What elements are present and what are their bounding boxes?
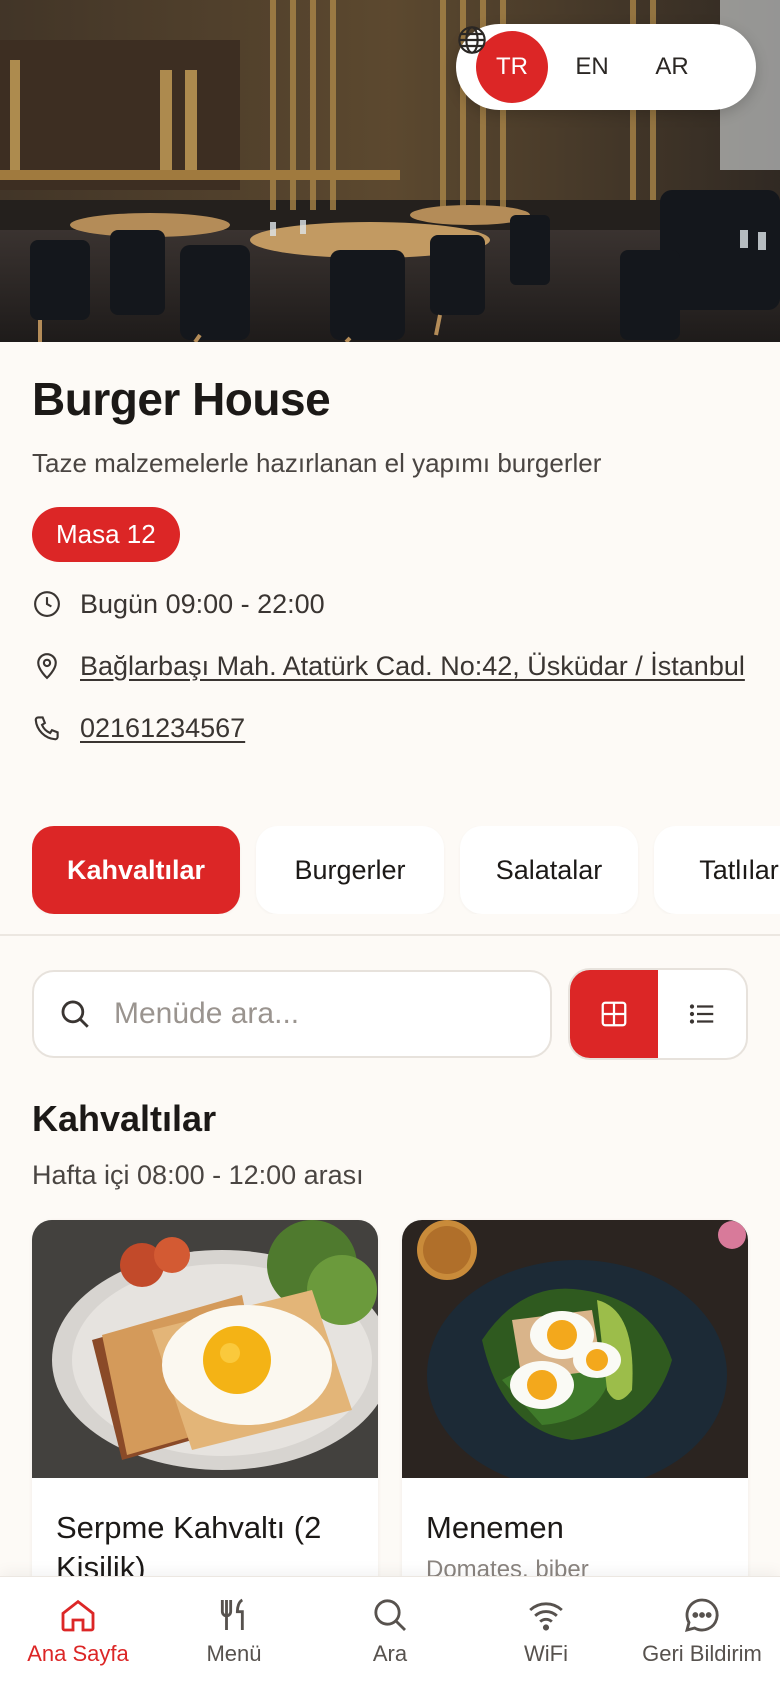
location-pin-icon <box>37 653 57 680</box>
search-icon <box>61 1000 89 1028</box>
opening-hours: Bugün 09:00 - 22:00 <box>80 589 325 619</box>
search-box <box>32 970 552 1058</box>
phone-row[interactable]: 02161234567 <box>32 708 752 748</box>
globe-icon <box>458 26 486 54</box>
nav-item-label: Geri Bildirim <box>642 1641 762 1666</box>
grid-icon <box>601 1001 627 1027</box>
nav-item-label: Ara <box>372 1641 408 1666</box>
phone-icon <box>34 716 59 741</box>
fork-knife-icon <box>220 1598 244 1630</box>
nav-item-feedback[interactable]: Geri Bildirim <box>624 1577 780 1688</box>
category-tab-tatlilar[interactable]: Tatlılar <box>654 826 780 914</box>
nav-item-home[interactable]: Ana Sayfa <box>0 1577 156 1688</box>
restaurant-tagline: Taze malzemelerle hazırlanan el yapımı b… <box>32 448 602 478</box>
address-row[interactable]: Bağlarbaşı Mah. Atatürk Cad. No:42, Üskü… <box>32 646 752 686</box>
nav-item-label: WiFi <box>524 1641 568 1666</box>
bottom-navigation: Ana Sayfa Menü Ara WiFi Geri Bildirim <box>0 1576 780 1688</box>
list-view-button[interactable] <box>658 970 746 1058</box>
nav-item-wifi[interactable]: WiFi <box>468 1577 624 1688</box>
clock-icon <box>34 591 60 617</box>
nav-item-menu[interactable]: Menü <box>156 1577 312 1688</box>
menu-item-image <box>32 1220 378 1478</box>
nav-item-label: Menü <box>206 1641 262 1666</box>
search-input[interactable] <box>114 997 494 1031</box>
list-icon <box>689 1004 714 1024</box>
restaurant-info: Burger House Taze malzemelerle hazırlana… <box>32 372 752 748</box>
chat-icon <box>685 1598 719 1632</box>
home-icon <box>61 1599 95 1632</box>
language-ar-button[interactable]: AR <box>636 31 708 103</box>
category-tab-kahvaltilar[interactable]: Kahvaltılar <box>32 826 240 914</box>
menu-item-name: Menemen <box>426 1510 564 1545</box>
category-tab-burgerler[interactable]: Burgerler <box>256 826 444 914</box>
divider <box>0 934 780 936</box>
wifi-icon <box>529 1602 563 1631</box>
view-toggle <box>568 968 748 1060</box>
section-title: Kahvaltılar <box>32 1098 217 1139</box>
section-subtitle: Hafta içi 08:00 - 12:00 arası <box>32 1160 364 1190</box>
address-link[interactable]: Bağlarbaşı Mah. Atatürk Cad. No:42, Üskü… <box>80 646 745 686</box>
table-badge: Masa 12 <box>32 507 180 562</box>
phone-link[interactable]: 02161234567 <box>80 708 245 748</box>
category-tab-salatalar[interactable]: Salatalar <box>460 826 638 914</box>
language-en-button[interactable]: EN <box>556 31 628 103</box>
grid-view-button[interactable] <box>570 970 658 1058</box>
restaurant-name: Burger House <box>32 373 331 425</box>
hours-row: Bugün 09:00 - 22:00 <box>32 584 752 624</box>
search-icon <box>374 1599 407 1632</box>
menu-item-image <box>402 1220 748 1478</box>
nav-item-search[interactable]: Ara <box>312 1577 468 1688</box>
nav-item-label: Ana Sayfa <box>27 1641 129 1666</box>
menu-item-name: Serpme Kahvaltı (2 Kişilik) <box>56 1510 322 1585</box>
category-tabs: Kahvaltılar Burgerler Salatalar Tatlılar <box>32 826 780 914</box>
language-switcher: TR EN AR <box>456 24 756 110</box>
hero-image: TR EN AR <box>0 0 780 342</box>
